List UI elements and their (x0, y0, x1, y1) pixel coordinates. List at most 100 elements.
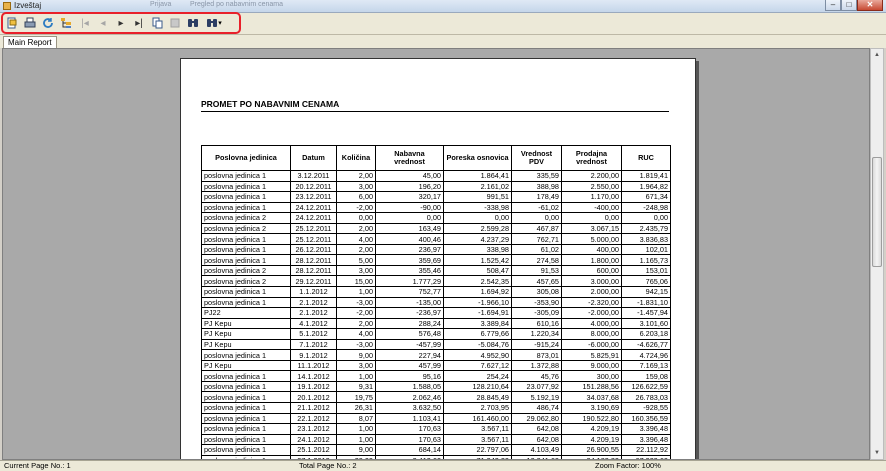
table-cell: 3.632,50 (375, 402, 444, 414)
table-cell: 3,00 (336, 180, 376, 193)
table-cell: -400,00 (561, 201, 622, 214)
table-cell: 359,69 (375, 254, 444, 266)
table-cell: 178,49 (511, 191, 562, 203)
table-cell: 2.550,00 (561, 180, 622, 193)
table-cell: PJ Kepu (201, 338, 291, 351)
table-cell: PJ22 (201, 307, 291, 319)
table-cell: -353,90 (511, 296, 562, 309)
table-cell: 0,00 (443, 212, 512, 224)
table-cell: PJ Kepu (201, 328, 291, 340)
table-cell: 7.169,13 (621, 359, 671, 372)
table-cell: 3.389,84 (443, 317, 512, 330)
table-row: poslovna jedinica 1 3.12.2011 2,00 45,00 1.8… (201, 170, 671, 182)
table-cell: 20.1.2012 (290, 391, 337, 404)
table-cell: -305,09 (511, 307, 562, 319)
table-cell: 26.900,55 (561, 444, 622, 456)
table-cell: 2.161,02 (443, 180, 512, 193)
table-cell: 400,46 (375, 233, 444, 245)
scroll-up-icon[interactable]: ▲ (871, 49, 883, 61)
table-cell: 752,77 (375, 286, 444, 298)
table-cell: 4,00 (336, 233, 376, 245)
scroll-down-icon[interactable]: ▼ (871, 447, 883, 459)
scroll-thumb[interactable] (872, 157, 882, 267)
table-cell: 196,20 (375, 180, 444, 193)
table-cell: 1.103,41 (375, 412, 444, 425)
table-row: PJ22 2.1.2012 -2,00 -236,97 -1.694,91 -305,09… (201, 307, 671, 319)
table-cell: poslovna jedinica 1 (201, 254, 291, 266)
table-cell: -6.000,00 (561, 338, 622, 351)
table-cell: 1.777,29 (375, 275, 444, 287)
table-cell: 24.12.2011 (290, 212, 337, 224)
table-cell: 288,24 (375, 317, 444, 330)
table-cell: 0,00 (561, 212, 622, 224)
table-cell: -3,00 (336, 296, 376, 309)
column-header: Prodajna vrednost (561, 145, 622, 171)
table-cell: 274,58 (511, 254, 562, 266)
table-cell: 3,00 (336, 359, 376, 372)
table-cell: 163,49 (375, 222, 444, 235)
table-cell: 23.077,92 (511, 380, 562, 393)
table-cell: 388,98 (511, 180, 562, 193)
table-cell: 2,00 (336, 243, 376, 256)
table-cell: 160.356,59 (621, 412, 671, 425)
table-cell: 91,53 (511, 264, 562, 277)
table-cell: 7.1.2012 (290, 338, 337, 351)
table-cell: 2.1.2012 (290, 307, 337, 319)
table-row: PJ Kepu 5.1.2012 4,00 576,48 6.779,66 1.220,3… (201, 328, 671, 340)
background-window-text: Prijava (150, 1, 172, 8)
table-cell: 7.627,12 (443, 359, 512, 372)
table-cell: 5.825,91 (561, 349, 622, 361)
table-cell: poslovna jedinica 2 (201, 275, 291, 287)
table-cell: poslovna jedinica 1 (201, 180, 291, 193)
table-row: poslovna jedinica 2 29.12.2011 15,00 1.777,… (201, 275, 671, 287)
table-cell: -5.084,76 (443, 338, 512, 351)
table-row: poslovna jedinica 1 1.1.2012 1,00 752,77 1.6… (201, 286, 671, 298)
table-cell: 23.1.2012 (290, 423, 337, 435)
table-cell: 25.12.2011 (290, 233, 337, 245)
table-cell: 227,94 (375, 349, 444, 361)
table-body: poslovna jedinica 1 3.12.2011 2,00 45,00 1.8… (201, 170, 671, 459)
table-row: PJ Kepu 11.1.2012 3,00 457,99 7.627,12 1.372,… (201, 359, 671, 372)
table-cell: 0,00 (511, 212, 562, 224)
table-row: poslovna jedinica 1 20.12.2011 3,00 196,20 2… (201, 180, 671, 193)
vertical-scrollbar[interactable]: ▲ ▼ (870, 48, 884, 460)
table-cell: 2,00 (336, 222, 376, 235)
table-cell: -2,00 (336, 307, 376, 319)
table-cell: -135,00 (375, 296, 444, 309)
table-cell: 2.599,28 (443, 222, 512, 235)
table-cell: -2.000,00 (561, 307, 622, 319)
table-cell: poslovna jedinica 1 (201, 286, 291, 298)
table-cell: -248,98 (621, 201, 671, 214)
table-cell: 24.1.2012 (290, 433, 337, 446)
window-title: Izveštaj (14, 1, 42, 10)
table-cell: 942,15 (621, 286, 671, 298)
table-cell: 991,51 (443, 191, 512, 203)
table-cell: 2.1.2012 (290, 296, 337, 309)
column-header: Poslovna jedinica (201, 145, 291, 171)
table-cell: 28.12.2011 (290, 264, 337, 277)
table-cell: 1.220,34 (511, 328, 562, 340)
table-cell: 3,00 (336, 264, 376, 277)
table-cell: 151.288,56 (561, 380, 622, 393)
table-cell: 1,00 (336, 370, 376, 382)
table-cell: -1.457,94 (621, 307, 671, 319)
table-cell: poslovna jedinica 1 (201, 296, 291, 309)
report-viewer[interactable]: PROMET PO NABAVNIM CENAMA Poslovna jedin… (2, 48, 870, 460)
minimize-button[interactable]: – (825, 0, 841, 11)
table-cell: 15,00 (336, 275, 376, 287)
close-button[interactable]: ✕ (857, 0, 883, 11)
table-cell: 28.12.2011 (290, 254, 337, 266)
table-cell: 29.062,80 (511, 412, 562, 425)
table-cell: 4.000,00 (561, 317, 622, 330)
table-cell: 95,16 (375, 370, 444, 382)
table-cell: poslovna jedinica 2 (201, 212, 291, 224)
table-cell: 3.190,69 (561, 402, 622, 414)
table-cell: 457,99 (375, 359, 444, 372)
table-cell: 24.12.2011 (290, 201, 337, 214)
maximize-button[interactable]: □ (841, 0, 857, 11)
table-row: poslovna jedinica 1 2.1.2012 -3,00 -135,00 -… (201, 296, 671, 309)
table-cell: -90,00 (375, 201, 444, 214)
column-header: Nabavna vrednost (375, 145, 444, 171)
table-cell: 9.1.2012 (290, 349, 337, 361)
table-cell: 26,31 (336, 402, 376, 414)
